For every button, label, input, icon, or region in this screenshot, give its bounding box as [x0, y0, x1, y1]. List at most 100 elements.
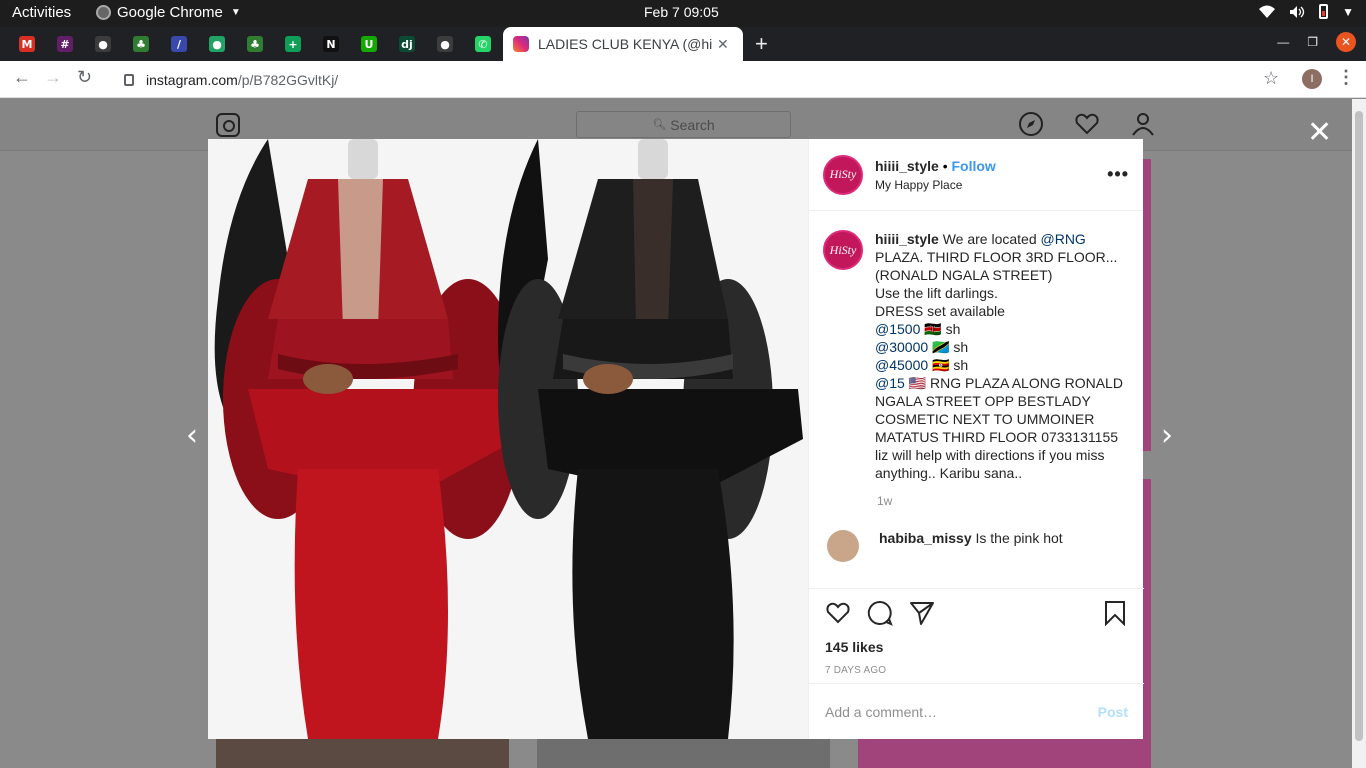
- background-post-tile: [216, 739, 509, 768]
- caption-username[interactable]: hiiii_style: [875, 231, 939, 247]
- likes-count[interactable]: 145 likes: [825, 639, 1128, 655]
- more-options-icon[interactable]: •••: [1107, 164, 1129, 185]
- instagram-nav: [1018, 111, 1156, 137]
- dress-photo-illustration: [208, 139, 808, 739]
- next-post-icon[interactable]: ›: [1161, 418, 1173, 453]
- caption-text-segment: DRESS set available: [875, 303, 1005, 319]
- comment-input[interactable]: Add a comment…: [825, 704, 1098, 720]
- search-input[interactable]: 🔍︎ Search: [576, 111, 791, 138]
- page-scrollbar[interactable]: [1352, 99, 1366, 768]
- clock[interactable]: Feb 7 09:05: [644, 4, 719, 20]
- comment-text: habiba_missy Is the pink hot: [879, 530, 1063, 546]
- follow-button[interactable]: Follow: [952, 158, 996, 174]
- post-sidebar: HiSty hiiii_style • Follow My Happy Plac…: [808, 139, 1144, 739]
- caption-time: 1w: [877, 494, 893, 508]
- tab-active[interactable]: LADIES CLUB KENYA (@hiiii_style) ✕: [503, 27, 743, 61]
- system-tray[interactable]: ▼: [1259, 4, 1354, 19]
- caption-line: DRESS set available: [875, 303, 1005, 319]
- activity-heart-icon[interactable]: [1074, 111, 1100, 137]
- new-tab-button[interactable]: +: [755, 31, 768, 57]
- pinned-tab[interactable]: +: [274, 34, 312, 54]
- avatar[interactable]: HiSty: [823, 230, 863, 270]
- like-heart-icon[interactable]: [825, 600, 851, 626]
- address-bar[interactable]: instagram.com/p/B782GGvltKj/: [110, 65, 1290, 95]
- avatar[interactable]: HiSty: [823, 154, 863, 195]
- close-window-icon[interactable]: ✕: [1336, 32, 1356, 52]
- pinned-tab[interactable]: ♣: [122, 34, 160, 54]
- forward-icon[interactable]: →: [44, 67, 62, 88]
- wifi-icon: [1259, 5, 1276, 18]
- background-post-tile: [1143, 159, 1151, 451]
- mention-link[interactable]: @15: [875, 375, 905, 391]
- reload-icon[interactable]: ↻: [77, 67, 92, 88]
- screen: Activities Google Chrome ▼ Feb 7 09:05 ▼…: [0, 0, 1366, 768]
- mention-link[interactable]: @1500: [875, 321, 920, 337]
- username-link[interactable]: hiiii_style: [875, 158, 939, 174]
- instagram-favicon-icon: [513, 36, 529, 52]
- instagram-logo-icon[interactable]: [216, 113, 240, 137]
- close-tab-icon[interactable]: ✕: [717, 36, 729, 53]
- post-author: hiiii_style • Follow My Happy Place: [875, 158, 1107, 192]
- gmail-icon: M: [19, 36, 35, 52]
- pinned-tab[interactable]: M: [8, 34, 46, 54]
- sheets-plus-icon: +: [285, 36, 301, 52]
- mention-link[interactable]: @45000: [875, 357, 928, 373]
- chrome-icon: [96, 5, 111, 20]
- django-icon: dj: [399, 36, 415, 52]
- mention-link[interactable]: @30000: [875, 339, 928, 355]
- caption-line: PLAZA. THIRD FLOOR 3RD FLOOR... (RONALD …: [875, 249, 1117, 283]
- app-menu[interactable]: Google Chrome ▼: [96, 4, 241, 21]
- caption-text-segment: 🇺🇸 RNG PLAZA ALONG RONALD NGALA STREET O…: [875, 375, 1123, 481]
- lock-icon: [124, 74, 134, 86]
- palm-tree-icon: ♣: [247, 36, 263, 52]
- explore-icon[interactable]: [1018, 111, 1044, 137]
- comment-username[interactable]: habiba_missy: [879, 530, 972, 546]
- pinned-tabs: M # ● ♣ / ● ♣ + N Udj ● ✆: [8, 34, 502, 54]
- previous-post-icon[interactable]: ‹: [186, 418, 198, 453]
- post-image[interactable]: [208, 139, 808, 739]
- save-bookmark-icon[interactable]: [1102, 600, 1128, 626]
- background-post-tile: [537, 739, 830, 768]
- pinned-tab[interactable]: dj: [388, 34, 426, 54]
- profile-avatar[interactable]: I: [1302, 69, 1322, 89]
- tab-strip: M # ● ♣ / ● ♣ + N Udj ● ✆ LADIES CLUB KENYA (@hiiii…: [0, 27, 1366, 61]
- maximize-icon[interactable]: ❐: [1307, 35, 1318, 49]
- add-comment-form: Add a comment… Post: [809, 683, 1144, 739]
- comment-item: habiba_missy Is the pink hot: [823, 530, 1130, 562]
- caption-text-segment: We are located: [942, 231, 1041, 247]
- comment-icon[interactable]: [867, 600, 893, 626]
- whatsapp-icon: ✆: [475, 36, 491, 52]
- chevron-down-icon: ▼: [230, 7, 241, 18]
- caption-line: @1500 🇰🇪 sh: [875, 321, 960, 337]
- pinned-tab[interactable]: /: [160, 34, 198, 54]
- pinned-tab[interactable]: ●: [84, 34, 122, 54]
- pinned-tab[interactable]: #: [46, 34, 84, 54]
- pinned-tab[interactable]: U: [350, 34, 388, 54]
- chevron-down-icon: ▼: [1342, 4, 1354, 19]
- caption-text-segment: 🇺🇬 sh: [928, 357, 969, 373]
- post-date: 7 DAYS AGO: [825, 665, 887, 676]
- pinned-tab[interactable]: ♣: [236, 34, 274, 54]
- pinned-tab[interactable]: ●: [426, 34, 464, 54]
- bookmark-star-icon[interactable]: ☆: [1263, 68, 1279, 89]
- profile-icon[interactable]: [1130, 111, 1156, 137]
- avatar[interactable]: [827, 530, 859, 562]
- github-icon: ●: [95, 36, 111, 52]
- share-icon[interactable]: [909, 600, 935, 626]
- back-icon[interactable]: ←: [13, 67, 31, 88]
- post-comment-button[interactable]: Post: [1098, 704, 1128, 720]
- pinned-tab[interactable]: ●: [198, 34, 236, 54]
- browser-menu-icon[interactable]: ⋮: [1337, 67, 1355, 88]
- location-link[interactable]: My Happy Place: [875, 178, 1107, 192]
- minimize-icon[interactable]: —: [1277, 35, 1289, 49]
- background-post-tile: [1143, 479, 1151, 768]
- pinned-tab[interactable]: ✆: [464, 34, 502, 54]
- green-circle-icon: ●: [209, 36, 225, 52]
- caption-line: @30000 🇹🇿 sh: [875, 339, 968, 355]
- mention-link[interactable]: @RNG: [1041, 231, 1086, 247]
- pinned-tab[interactable]: N: [312, 34, 350, 54]
- close-modal-icon[interactable]: ✕: [1307, 118, 1332, 148]
- caption-text-segment: 🇰🇪 sh: [920, 321, 961, 337]
- scrollbar-thumb[interactable]: [1355, 111, 1363, 741]
- activities-button[interactable]: Activities: [12, 4, 71, 21]
